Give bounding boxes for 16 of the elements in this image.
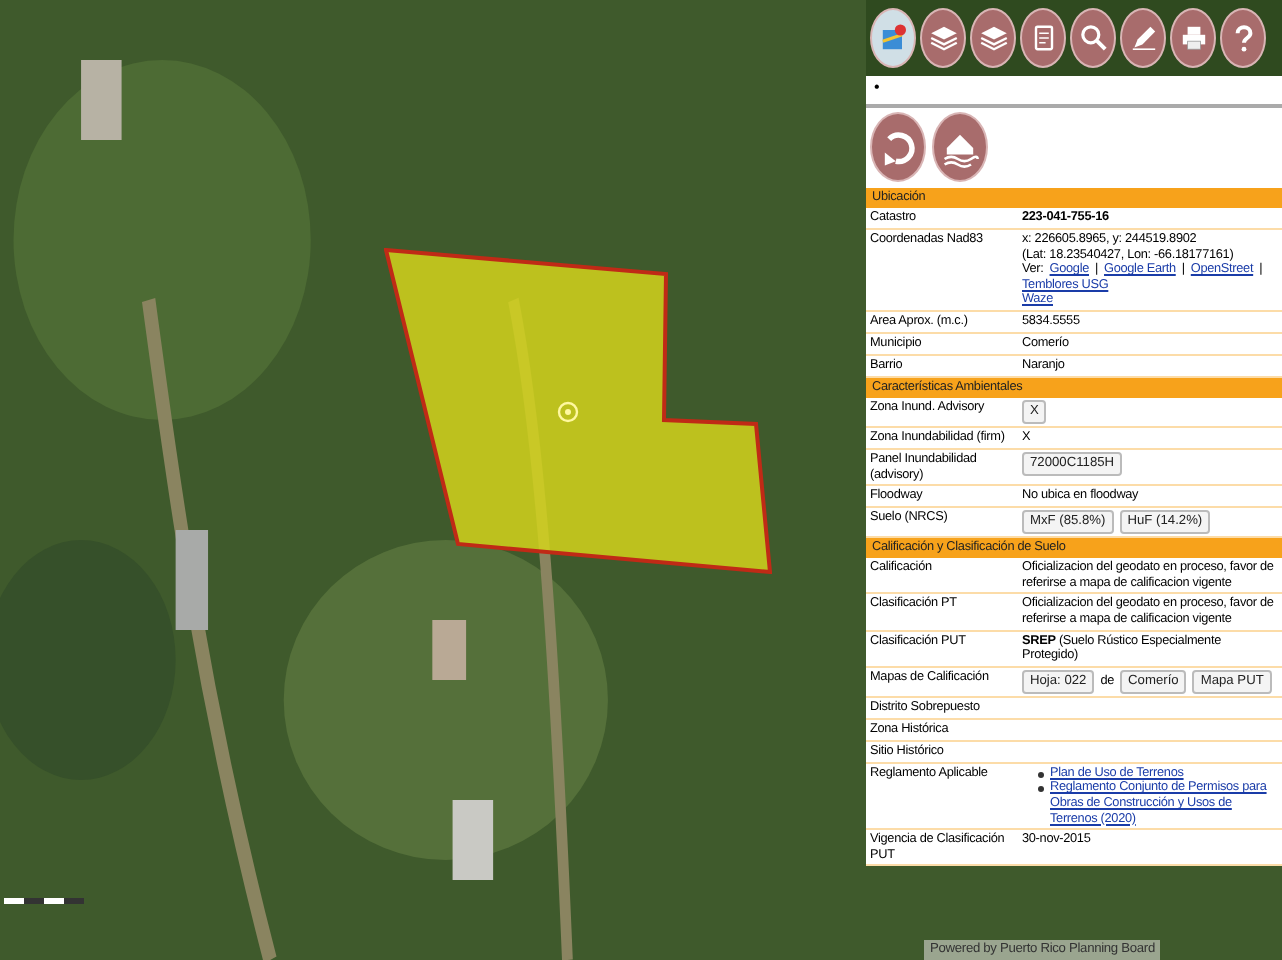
document-icon[interactable] [1020,8,1066,68]
bullet-text: • [874,78,880,96]
help-icon[interactable] [1220,8,1266,68]
layers-icon[interactable] [920,8,966,68]
bullet-icon [1038,771,1044,778]
crosshair-icon [556,400,580,424]
bullet-icon [1038,786,1044,793]
layers-icon[interactable] [970,8,1016,68]
search-icon[interactable] [1070,8,1116,68]
satellite-map[interactable] [0,0,866,960]
scale-bar-icon [4,896,84,908]
map-pin-icon[interactable] [870,8,916,68]
pencil-icon[interactable] [1120,8,1166,68]
parcel-polygon[interactable] [384,248,772,574]
house-flood-icon[interactable] [932,112,988,182]
print-icon[interactable] [1170,8,1216,68]
